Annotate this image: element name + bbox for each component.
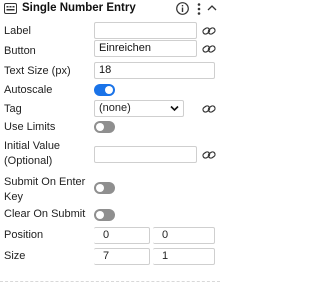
link-icon[interactable] (202, 44, 216, 54)
submit-on-enter-key-label: Key (4, 191, 23, 203)
panel-header: Single Number Entry (0, 0, 220, 18)
chevron-down-icon (170, 105, 179, 112)
widget-icon (4, 3, 17, 14)
info-icon[interactable] (176, 2, 189, 15)
kebab-menu-icon[interactable] (196, 2, 202, 16)
initial-value-label: Initial Value (4, 140, 61, 152)
size-y-value: 1 (162, 250, 169, 262)
position-x-value: 0 (103, 229, 110, 241)
position-y-input[interactable]: 0 (153, 227, 215, 244)
initial-value-input[interactable] (94, 146, 197, 163)
size-y-input[interactable]: 1 (153, 248, 215, 265)
tag-label: Tag (4, 103, 22, 115)
panel-title: Single Number Entry (22, 2, 136, 14)
toggle-knob (96, 211, 104, 219)
position-x-input[interactable]: 0 (94, 227, 150, 244)
size-x-input[interactable]: 7 (94, 248, 150, 265)
size-label: Size (4, 250, 26, 262)
text-size-label: Text Size (px) (4, 65, 71, 77)
button-text-input[interactable]: Einreichen (94, 40, 197, 57)
toggle-knob (105, 86, 113, 94)
size-x-value: 7 (103, 250, 110, 262)
position-label: Position (4, 229, 44, 241)
button-field-label: Button (4, 45, 36, 57)
link-icon[interactable] (202, 26, 216, 36)
clear-on-submit-label: Clear On Submit (4, 208, 86, 220)
tag-select[interactable]: (none) (94, 100, 184, 117)
properties-panel: Single Number Entry Label Button Einreic… (0, 0, 220, 285)
use-limits-toggle[interactable] (94, 121, 115, 133)
link-icon[interactable] (202, 150, 216, 160)
autoscale-label: Autoscale (4, 84, 53, 96)
initial-value-optional-label: (Optional) (4, 155, 53, 167)
use-limits-label: Use Limits (4, 121, 56, 133)
position-y-value: 0 (162, 229, 169, 241)
toggle-knob (96, 123, 104, 131)
toggle-knob (96, 184, 104, 192)
section-divider (0, 281, 220, 282)
autoscale-toggle[interactable] (94, 84, 115, 96)
tag-selected-value: (none) (99, 102, 131, 114)
collapse-icon[interactable] (207, 3, 217, 13)
clear-on-submit-toggle[interactable] (94, 209, 115, 221)
label-field-label: Label (4, 25, 31, 37)
submit-on-enter-label: Submit On Enter (4, 176, 86, 188)
link-icon[interactable] (202, 104, 216, 114)
text-size-input[interactable]: 18 (94, 62, 215, 79)
submit-on-enter-toggle[interactable] (94, 182, 115, 194)
label-input[interactable] (94, 22, 197, 39)
